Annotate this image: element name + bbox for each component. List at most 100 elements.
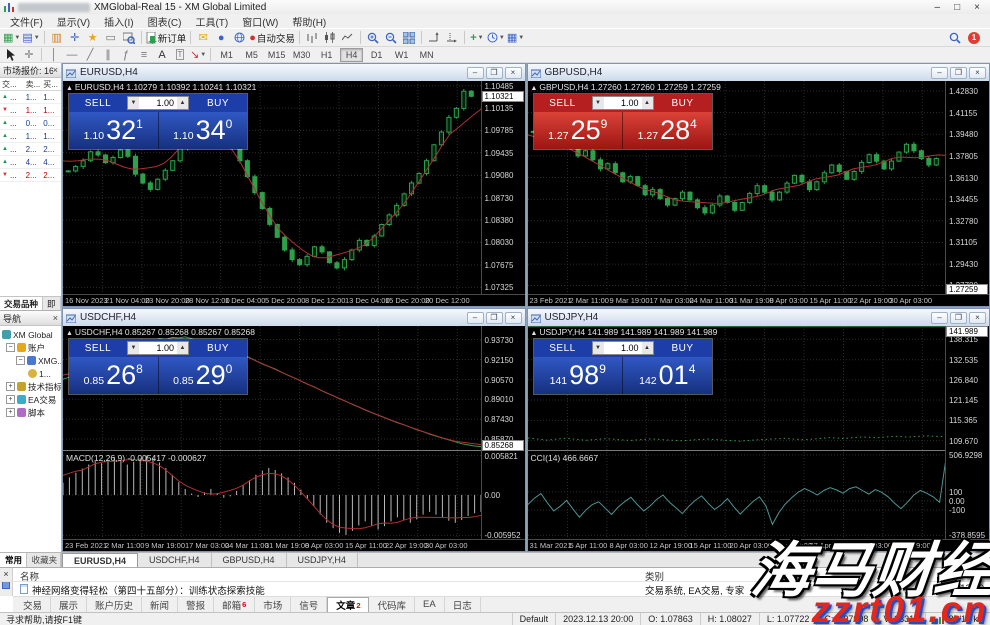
chart-minimize-icon[interactable]: – (931, 67, 948, 79)
chart-canvas[interactable]: ▲ USDJPY,H4 141.989 141.989 141.989 141.… (528, 326, 990, 551)
sell-button[interactable]: SELL (534, 339, 592, 357)
expand-icon[interactable]: + (6, 408, 15, 417)
menu-help[interactable]: 帮助(H) (285, 14, 333, 29)
nav-item-login[interactable]: 1... (0, 367, 61, 380)
sell-price[interactable]: 1.27259 (534, 112, 623, 149)
tab-experts[interactable]: EA (415, 597, 445, 612)
chart-minimize-icon[interactable]: – (467, 312, 484, 324)
price-axis[interactable]: 506.92981000.00-100-378.8595138.315132.5… (945, 326, 989, 539)
nav-item-scripts[interactable]: +脚本 (0, 406, 61, 419)
buy-button[interactable]: BUY (654, 94, 712, 112)
mw-row[interactable]: ▲...0...0... (0, 117, 61, 130)
zoom-out-button[interactable] (382, 30, 400, 46)
minimize-icon[interactable]: – (935, 2, 941, 13)
navigator-close-icon[interactable]: × (53, 313, 58, 323)
mw-row[interactable]: ▲...1...1... (0, 130, 61, 143)
tab-code-base[interactable]: 代码库 (369, 597, 415, 612)
menu-insert[interactable]: 插入(I) (97, 14, 140, 29)
navigator-button[interactable]: ★ (84, 30, 102, 46)
price-axis[interactable]: 1.104851.101351.097851.094351.090801.087… (481, 81, 525, 294)
mw-tab-symbols[interactable]: 交易品种 (0, 297, 43, 310)
volume-up-icon[interactable]: ▲ (177, 342, 188, 354)
chart-restore-icon[interactable]: ❐ (486, 312, 503, 324)
timeframe-h1[interactable]: H1 (315, 48, 338, 62)
periods-clock-button[interactable]: ▼ (486, 30, 506, 46)
volume-up-icon[interactable]: ▲ (177, 97, 188, 109)
volume-up-icon[interactable]: ▲ (642, 342, 653, 354)
mw-row[interactable]: ▲...1...1... (0, 91, 61, 104)
market-watch-close-icon[interactable]: × (53, 65, 58, 75)
volume-up-icon[interactable]: ▲ (642, 97, 653, 109)
price-axis[interactable]: 1.428301.411551.394801.378051.361301.344… (945, 81, 989, 294)
chart-tab-eurusd[interactable]: EURUSD,H4 (62, 553, 138, 567)
nav-item-indicators[interactable]: +技术指标 (0, 380, 61, 393)
nav-item-accounts[interactable]: −账户 (0, 341, 61, 354)
cursor-tool-button[interactable] (2, 47, 20, 63)
expand-icon[interactable]: + (6, 382, 15, 391)
chart-titlebar[interactable]: GBPUSD,H4 – ❐ × (528, 64, 990, 81)
data-window-button[interactable]: ✛ (66, 30, 84, 46)
timeframe-w1[interactable]: W1 (390, 48, 413, 62)
sell-button[interactable]: SELL (534, 94, 592, 112)
terminal-col-category[interactable]: 类别 (645, 569, 664, 583)
search-icon[interactable] (946, 30, 964, 46)
timeframe-m30[interactable]: M30 (290, 48, 313, 62)
chart-canvas[interactable]: ▲ EURUSD,H4 1.10279 1.10392 1.10241 1.10… (63, 81, 525, 306)
fibonacci-tool-button[interactable]: ƒ (117, 47, 135, 63)
market-watch-button[interactable]: ▥ (48, 30, 66, 46)
timeframe-d1[interactable]: D1 (365, 48, 388, 62)
article-row[interactable]: 神经网络变得轻松（第四十五部分）：训练状态探索技能 交易系统, EA交易, 专家… (0, 582, 990, 596)
nav-item-server[interactable]: −XMG... (0, 354, 61, 367)
tab-signals[interactable]: 信号 (291, 597, 327, 612)
nav-item-broker[interactable]: XM Global (0, 328, 61, 341)
candlestick-mode-button[interactable] (321, 30, 339, 46)
timeframe-mn[interactable]: MN (415, 48, 438, 62)
tab-trade[interactable]: 交易 (15, 597, 51, 612)
mw-row[interactable]: ▲...4...4... (0, 156, 61, 169)
bar-chart-mode-button[interactable] (303, 30, 321, 46)
timeframe-h4[interactable]: H4 (340, 48, 363, 62)
chart-close-icon[interactable]: × (505, 67, 522, 79)
time-axis[interactable]: 31 Mar 20215 Apr 11:008 Apr 03:0012 Apr … (528, 539, 990, 551)
line-chart-mode-button[interactable] (339, 30, 357, 46)
crosshair-tool-button[interactable]: ✛ (20, 47, 38, 63)
time-axis[interactable]: 16 Nov 202321 Nov 04:0023 Nov 20:0028 No… (63, 294, 525, 306)
chart-close-icon[interactable]: × (505, 312, 522, 324)
chart-shift-button[interactable] (443, 30, 461, 46)
navigator-tab-common[interactable]: 常用 (0, 553, 27, 567)
profiles-button[interactable]: ▤▼ (21, 30, 40, 46)
nav-item-experts[interactable]: +EA交易 (0, 393, 61, 406)
mw-col-symbol[interactable]: 交... (0, 79, 26, 90)
mw-row[interactable]: ▲...2...2... (0, 143, 61, 156)
notification-badge[interactable]: 1 (968, 32, 980, 44)
trendline-tool-button[interactable]: ╱ (81, 47, 99, 63)
tab-exposure[interactable]: 展示 (51, 597, 87, 612)
channel-tool-button[interactable]: ∥ (99, 47, 117, 63)
sell-price[interactable]: 0.85268 (69, 357, 158, 394)
chart-minimize-icon[interactable]: – (467, 67, 484, 79)
tile-windows-button[interactable] (400, 30, 418, 46)
article-title[interactable]: 神经网络变得轻松（第四十五部分）：训练状态探索技能 (32, 583, 265, 597)
chart-tab-gbpusd[interactable]: GBPUSD,H4 (212, 553, 287, 567)
chart-canvas[interactable]: ▲ USDCHF,H4 0.85267 0.85268 0.85267 0.85… (63, 326, 525, 551)
lines-list-button[interactable]: ≡ (135, 47, 153, 63)
tab-mailbox[interactable]: 邮箱6 (214, 597, 255, 612)
label-tool-button[interactable]: T (171, 47, 189, 63)
buy-price[interactable]: 1.10340 (158, 112, 248, 149)
chart-canvas[interactable]: ▲ GBPUSD,H4 1.27260 1.27260 1.27259 1.27… (528, 81, 990, 306)
buy-button[interactable]: BUY (189, 339, 247, 357)
sell-price[interactable]: 1.10321 (69, 112, 158, 149)
mql5-community-button[interactable]: ● (212, 30, 230, 46)
volume-stepper[interactable]: ▼1.00▲ (127, 96, 189, 110)
mw-col-ask[interactable]: 买... (43, 79, 61, 90)
chart-titlebar[interactable]: USDJPY,H4 – ❐ × (528, 309, 990, 326)
tab-journal[interactable]: 日志 (445, 597, 481, 612)
time-axis[interactable]: 23 Feb 20212 Mar 11:009 Mar 19:0017 Mar … (528, 294, 990, 306)
chart-minimize-icon[interactable]: – (931, 312, 948, 324)
volume-down-icon[interactable]: ▼ (128, 342, 139, 354)
timeframe-m15[interactable]: M15 (265, 48, 288, 62)
volume-down-icon[interactable]: ▼ (128, 97, 139, 109)
menu-view[interactable]: 显示(V) (50, 14, 97, 29)
sell-button[interactable]: SELL (69, 94, 127, 112)
price-axis[interactable]: 0.0058210.00-0.0059520.937300.921500.905… (481, 326, 525, 539)
